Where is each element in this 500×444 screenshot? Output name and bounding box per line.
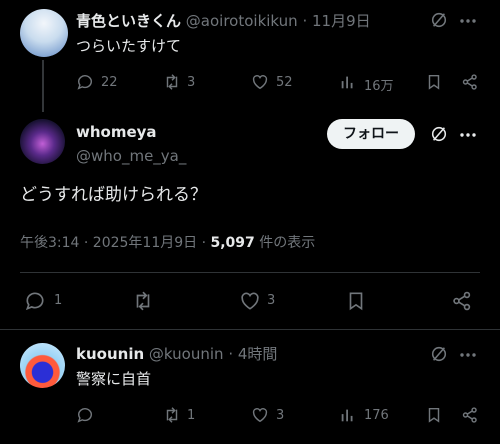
thread-line — [42, 60, 44, 112]
views-count: 176 — [364, 408, 389, 423]
more-icon[interactable] — [458, 125, 478, 145]
display-name[interactable]: 青色といきくん — [76, 12, 181, 30]
like-icon[interactable] — [251, 73, 269, 91]
repost-icon[interactable] — [132, 290, 154, 312]
bookmark-icon[interactable] — [425, 406, 443, 424]
display-name[interactable]: whomeya — [76, 122, 157, 142]
reply-count: 22 — [101, 75, 118, 90]
views-label: 件の表示 — [259, 235, 316, 251]
separator: · — [302, 12, 308, 30]
reply-icon[interactable] — [24, 290, 46, 312]
more-icon[interactable] — [458, 11, 478, 31]
share-icon[interactable] — [461, 406, 479, 424]
handle[interactable]: @kuounin — [149, 345, 224, 363]
post-date[interactable]: 11月9日 — [312, 12, 371, 30]
like-count: 52 — [276, 75, 293, 90]
handle[interactable]: @who_me_ya_ — [76, 146, 186, 166]
divider — [0, 329, 500, 330]
like-icon[interactable] — [251, 406, 269, 424]
repost-icon[interactable] — [163, 73, 181, 91]
more-icon[interactable] — [458, 345, 478, 365]
repost-count: 1 — [187, 408, 196, 423]
post-text: 警察に自首 — [76, 370, 152, 388]
divider — [20, 272, 480, 273]
views-icon[interactable] — [339, 406, 357, 424]
like-icon[interactable] — [239, 290, 261, 312]
repost-icon[interactable] — [163, 406, 181, 424]
post-text: つらいたすけて — [76, 37, 182, 55]
grok-icon[interactable] — [430, 125, 448, 143]
like-count: 3 — [276, 408, 285, 423]
avatar[interactable] — [20, 9, 68, 57]
bookmark-icon[interactable] — [345, 290, 367, 312]
views-count: 16万 — [364, 79, 394, 94]
bookmark-icon[interactable] — [425, 73, 443, 91]
follow-button[interactable]: フォロー — [327, 119, 415, 149]
post-time[interactable]: 4時間 — [238, 345, 278, 363]
avatar[interactable] — [20, 343, 65, 388]
reply-icon[interactable] — [76, 406, 94, 424]
views-count: 5,097 — [210, 235, 255, 251]
handle[interactable]: @aoirotoikikun — [186, 12, 298, 30]
share-icon[interactable] — [451, 290, 473, 312]
display-name[interactable]: kuounin — [76, 345, 144, 363]
reply-icon[interactable] — [76, 73, 94, 91]
share-icon[interactable] — [461, 73, 479, 91]
like-count: 3 — [267, 293, 276, 308]
reply-count: 1 — [54, 293, 63, 308]
separator: · — [228, 345, 234, 363]
avatar[interactable] — [20, 119, 65, 164]
post-text: どうすれば助けられる？ — [20, 185, 207, 205]
grok-icon[interactable] — [430, 345, 448, 363]
post-timestamp[interactable]: 午後3:14 · 2025年11月9日 · — [20, 235, 206, 251]
repost-count: 3 — [187, 75, 196, 90]
views-icon[interactable] — [339, 73, 357, 91]
grok-icon[interactable] — [430, 11, 448, 29]
